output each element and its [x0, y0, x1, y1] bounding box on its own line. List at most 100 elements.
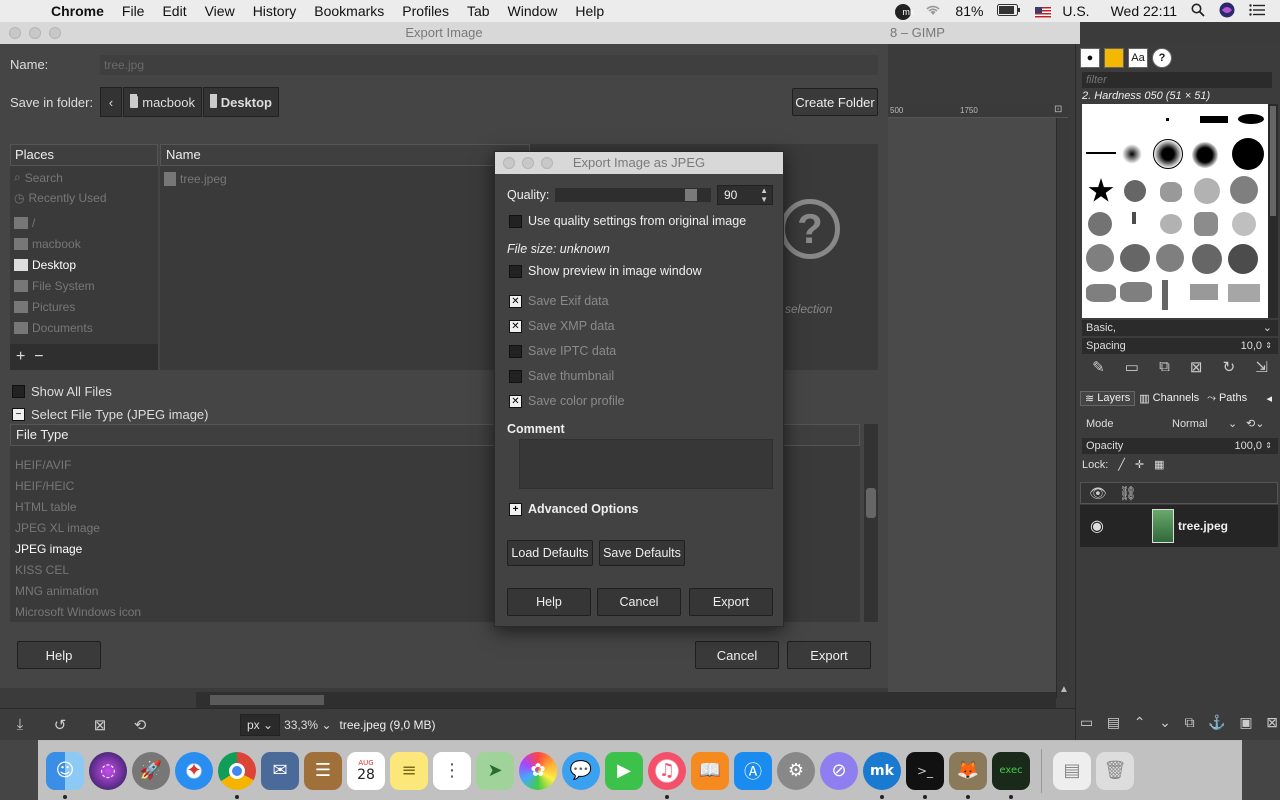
save-option-checkbox[interactable]: ✕ Save Exif data [509, 294, 609, 308]
save-option-checkbox[interactable]: ✕ Save color profile [509, 394, 625, 408]
battery-icon[interactable] [990, 3, 1028, 19]
mask-layer-icon[interactable]: ▣ [1239, 714, 1252, 731]
quality-slider[interactable] [555, 188, 711, 202]
system-preferences-icon[interactable]: ⚙ [777, 751, 815, 790]
minimize-window-button[interactable] [522, 157, 534, 169]
help-button[interactable]: Help [17, 641, 101, 669]
refresh-brushes-icon[interactable]: ↻ [1223, 358, 1236, 376]
duplicate-layer-icon[interactable]: ⧉ [1185, 714, 1195, 731]
checkbox[interactable] [509, 344, 522, 358]
books-icon[interactable]: 📖 [691, 751, 729, 790]
advanced-options-expander[interactable]: + Advanced Options [509, 502, 638, 516]
use-original-quality-checkbox[interactable]: Use quality settings from original image [509, 214, 746, 228]
menu-window[interactable]: Window [499, 3, 567, 19]
reset-mode-icon[interactable]: ⟲⌄ [1246, 414, 1264, 434]
image-canvas[interactable] [888, 118, 1056, 694]
path-segment-macbook[interactable]: macbook [123, 87, 202, 117]
file-type-item[interactable]: MNG animation [15, 584, 98, 598]
wifi-icon[interactable] [918, 3, 948, 19]
menu-tab[interactable]: Tab [458, 3, 499, 19]
calendar-icon[interactable]: AUG 28 [347, 751, 385, 790]
music-icon[interactable]: ♫ [648, 751, 686, 799]
maps-icon[interactable]: ➤ [476, 751, 514, 790]
trash-icon[interactable]: 🗑 [1096, 751, 1134, 790]
show-preview-checkbox[interactable]: Show preview in image window [509, 264, 702, 278]
menu-bookmarks[interactable]: Bookmarks [305, 3, 393, 19]
spacing-slider[interactable]: Spacing 10,0 ⇕ [1082, 338, 1278, 354]
tab-layers[interactable]: ≋ Layers [1080, 390, 1136, 406]
clock[interactable]: Wed 22:11 [1104, 3, 1184, 19]
duplicate-brush-icon[interactable]: ⧉ [1159, 358, 1170, 376]
scrollbar-thumb[interactable] [1270, 106, 1276, 216]
checkbox[interactable]: ✕ [509, 294, 522, 308]
delete-tool-options-icon[interactable]: ⊠ [80, 716, 120, 734]
mail-stamp-icon[interactable]: ✉ [261, 751, 299, 790]
minimize-window-button[interactable] [29, 27, 41, 39]
remove-place-icon[interactable]: − [34, 348, 43, 365]
cancel-button[interactable]: Cancel [597, 588, 681, 616]
finder-icon[interactable]: ☺ [46, 751, 84, 799]
menu-edit[interactable]: Edit [153, 3, 195, 19]
quality-slider-knob[interactable] [685, 189, 697, 201]
zoom-to-fit-icon[interactable]: ⊡ [1054, 104, 1062, 115]
export-button[interactable]: Export [689, 588, 773, 616]
close-window-button[interactable] [503, 157, 515, 169]
notes-icon[interactable]: ≡ [390, 751, 428, 790]
unit-select[interactable]: px ⌄ [240, 713, 281, 736]
script-editor-icon[interactable]: exec [992, 751, 1030, 799]
reset-tool-options-icon[interactable]: ⟲ [120, 716, 160, 734]
place-documents[interactable]: Documents [14, 321, 93, 335]
create-folder-button[interactable]: Create Folder [792, 88, 878, 116]
select-file-type-expander[interactable]: − Select File Type (JPEG image) [12, 407, 209, 422]
place-desktop[interactable]: Desktop [14, 258, 76, 272]
file-type-item[interactable]: HTML table [15, 500, 77, 514]
file-type-item[interactable]: JPEG XL image [15, 521, 100, 535]
vertical-scrollbar[interactable]: ▲ [1056, 118, 1070, 698]
place-search[interactable]: ⌕ Search [14, 170, 63, 185]
path-segment-desktop[interactable]: Desktop [203, 87, 279, 117]
layer-mode-select[interactable]: Mode Normal ⌄ ⟲⌄ [1082, 414, 1278, 434]
help-button[interactable]: Help [507, 588, 591, 616]
brush-grid[interactable] [1082, 104, 1268, 318]
file-row[interactable]: tree.jpeg [164, 172, 227, 186]
siri-icon[interactable]: ◌ [89, 751, 127, 790]
menu-profiles[interactable]: Profiles [393, 3, 458, 19]
patterns-tab[interactable] [1104, 48, 1124, 68]
file-type-item[interactable]: Microsoft Windows icon [15, 605, 141, 619]
tab-paths[interactable]: ⤳ Paths [1203, 392, 1251, 405]
input-source[interactable]: U.S. [1028, 3, 1103, 19]
save-option-checkbox[interactable]: Save thumbnail [509, 369, 614, 383]
quality-spinbox[interactable]: 90 ▲ ▼ [717, 185, 773, 205]
place-file-system[interactable]: File System [14, 279, 95, 293]
file-type-item[interactable]: HEIF/HEIC [15, 479, 74, 493]
add-place-icon[interactable]: + [16, 348, 25, 365]
file-type-scrollbar[interactable] [864, 424, 878, 622]
zoom-window-button[interactable] [541, 157, 553, 169]
navigate-icon[interactable]: ▲ [1059, 684, 1069, 696]
checkbox[interactable] [509, 369, 522, 383]
checkbox[interactable]: ✕ [509, 319, 522, 333]
new-layer-icon[interactable]: ▭ [1080, 714, 1093, 731]
lock-position-icon[interactable]: ✛ [1135, 458, 1144, 471]
downloads-stack-icon[interactable]: ▤ [1053, 751, 1091, 790]
file-type-item[interactable]: HEIF/AVIF [15, 458, 71, 472]
scrollbar-thumb[interactable] [210, 695, 324, 705]
siri-icon[interactable] [1212, 2, 1242, 21]
close-window-button[interactable] [9, 27, 21, 39]
messages-icon[interactable]: 💬 [562, 751, 600, 790]
checkbox[interactable] [12, 385, 25, 398]
facetime-icon[interactable]: ▶ [605, 751, 643, 790]
notification-center-icon[interactable] [1242, 3, 1272, 19]
menu-file[interactable]: File [113, 3, 154, 19]
export-button[interactable]: Export [787, 641, 871, 669]
spin-arrows-icon[interactable]: ⇕ [1265, 338, 1272, 354]
delete-layer-icon[interactable]: ⊠ [1266, 714, 1278, 731]
checkbox[interactable] [509, 264, 522, 278]
brushes-tab[interactable]: ● [1080, 48, 1100, 68]
spin-arrows-icon[interactable]: ⇕ [1265, 438, 1272, 454]
mk-app-icon[interactable]: mk [863, 751, 901, 799]
brush-filter-input[interactable]: filter [1082, 72, 1272, 88]
save-option-checkbox[interactable]: ✕ Save XMP data [509, 319, 615, 333]
reminders-icon[interactable]: ⋮ [433, 751, 471, 790]
lock-alpha-icon[interactable]: ▦ [1154, 458, 1164, 471]
